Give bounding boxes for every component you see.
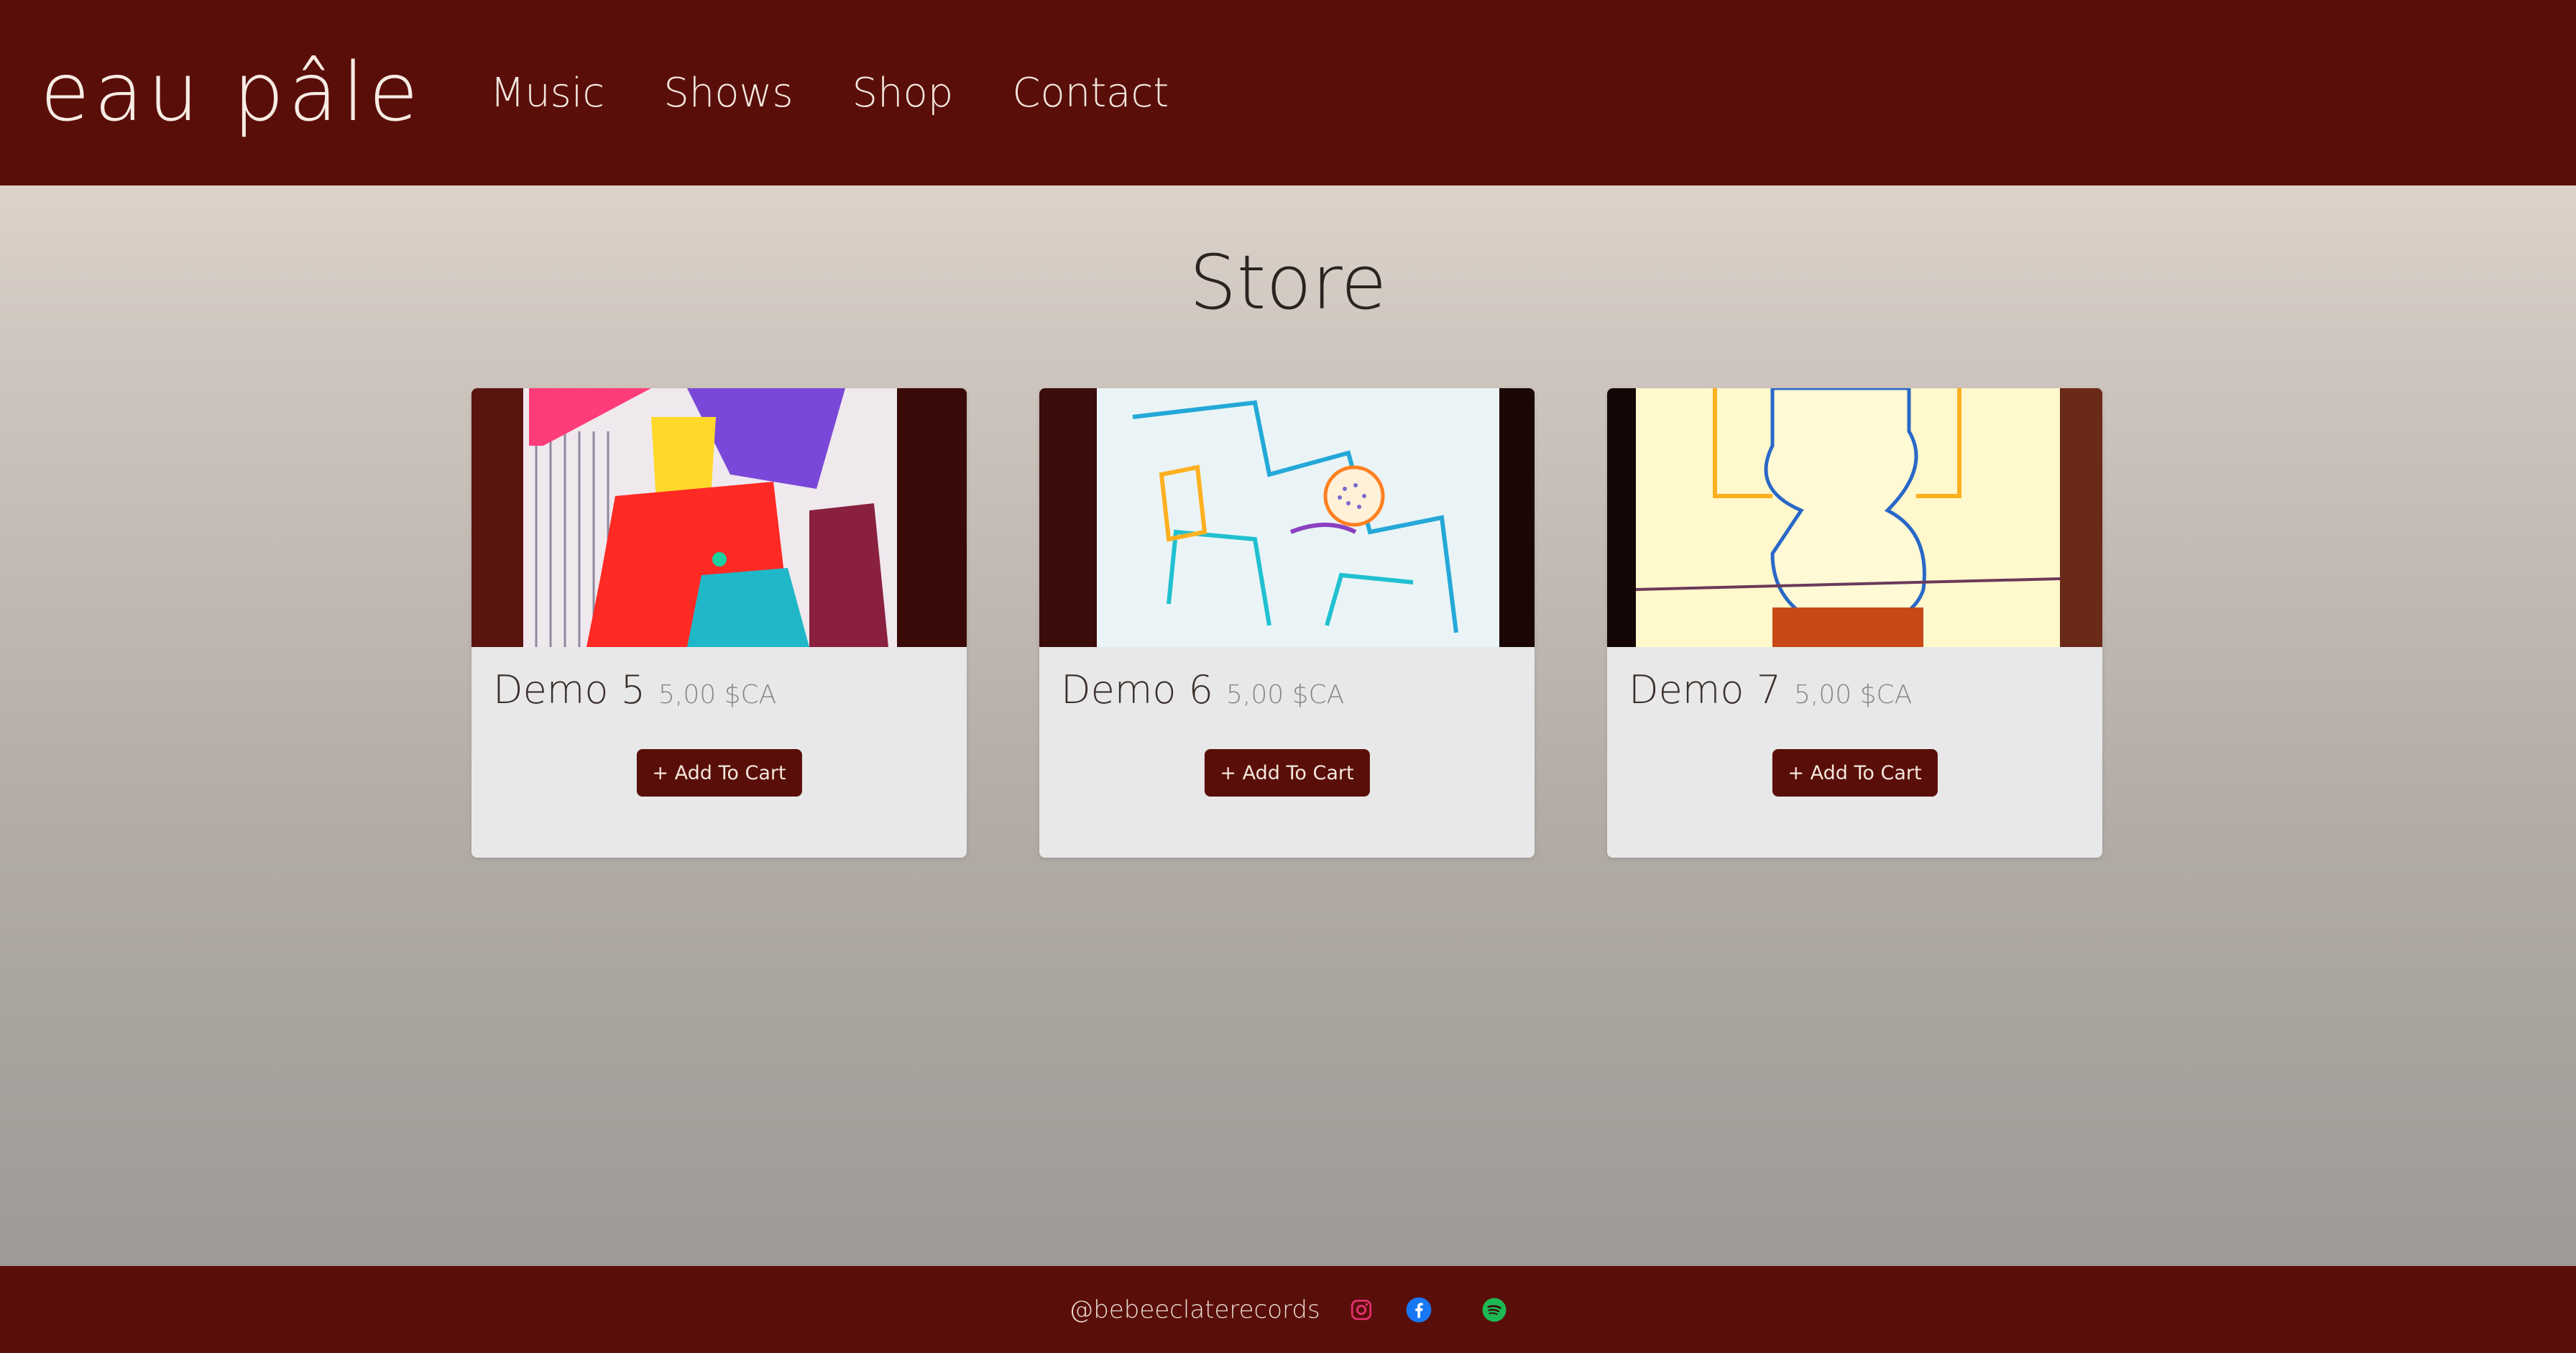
social-handle[interactable]: @bebeeclaterecords [1069,1295,1320,1324]
site-logo[interactable]: eau pâle [40,46,423,139]
product-grid: Demo 5 5,00 $CA + Add To Cart Demo 6 5,0… [472,388,2102,858]
product-card: Demo 7 5,00 $CA + Add To Cart [1607,388,2102,858]
main-nav: Music Shows Shop Contact [490,70,1169,116]
site-footer: @bebeeclaterecords [0,1266,2576,1353]
product-card: Demo 6 5,00 $CA + Add To Cart [1039,388,1535,858]
spotify-icon[interactable] [1481,1297,1507,1323]
product-price: 5,00 $CA [1793,680,1913,710]
product-image-demo-7[interactable] [1607,388,2102,647]
add-to-cart-button[interactable]: + Add To Cart [1204,749,1370,797]
nav-contact[interactable]: Contact [1012,70,1169,116]
product-info: Demo 7 5,00 $CA [1607,647,2102,712]
social-links [1349,1296,1507,1324]
site-header: eau pâle Music Shows Shop Contact [0,0,2576,185]
product-price: 5,00 $CA [658,680,777,710]
product-name: Demo 5 [493,667,645,712]
page-title: Store [1189,239,1387,326]
add-to-cart-button[interactable]: + Add To Cart [1772,749,1938,797]
product-image-demo-5[interactable] [472,388,967,647]
nav-shop[interactable]: Shop [852,70,954,116]
product-info: Demo 5 5,00 $CA [472,647,967,712]
nav-shows[interactable]: Shows [663,70,793,116]
instagram-icon[interactable] [1349,1298,1374,1322]
product-info: Demo 6 5,00 $CA [1039,647,1535,712]
product-name: Demo 7 [1629,667,1781,712]
product-name: Demo 6 [1061,667,1213,712]
product-price: 5,00 $CA [1225,680,1345,710]
add-to-cart-button[interactable]: + Add To Cart [636,749,802,797]
product-card: Demo 5 5,00 $CA + Add To Cart [472,388,967,858]
product-image-demo-6[interactable] [1039,388,1535,647]
nav-music[interactable]: Music [490,70,604,116]
facebook-icon[interactable] [1405,1296,1432,1324]
